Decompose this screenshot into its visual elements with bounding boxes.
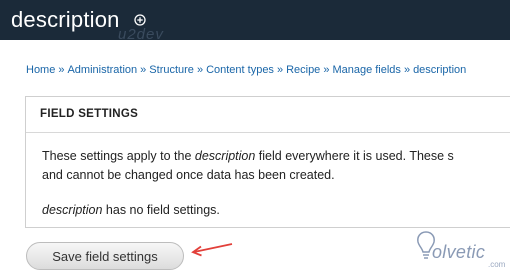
breadcrumb-description[interactable]: description xyxy=(413,64,466,76)
logo-domain: .com xyxy=(488,260,506,269)
fieldset-legend: FIELD SETTINGS xyxy=(40,108,139,120)
breadcrumb-manage-fields[interactable]: Manage fields xyxy=(332,64,401,76)
add-shortcut-icon[interactable] xyxy=(134,14,146,26)
breadcrumb-separator: » xyxy=(58,64,65,76)
watermark-text: u2dev xyxy=(118,26,164,43)
settings-description-line-1: These settings apply to the description … xyxy=(42,149,454,163)
settings-description-line-2: and cannot be changed once data has been… xyxy=(42,168,335,182)
field-settings-fieldset: FIELD SETTINGS These settings apply to t… xyxy=(25,96,510,228)
description-text: field everywhere it is used. These s xyxy=(255,149,454,163)
breadcrumb-separator: » xyxy=(403,64,411,76)
breadcrumb-separator: » xyxy=(196,64,204,76)
save-field-settings-button[interactable]: Save field settings xyxy=(26,242,184,270)
breadcrumb-home[interactable]: Home xyxy=(26,64,55,76)
description-text: has no field settings. xyxy=(102,203,220,217)
breadcrumb-structure[interactable]: Structure xyxy=(149,64,194,76)
breadcrumb-content-types[interactable]: Content types xyxy=(206,64,274,76)
logo-text: olvetic xyxy=(432,242,486,262)
legend-divider xyxy=(26,132,510,133)
breadcrumb-administration[interactable]: Administration xyxy=(67,64,137,76)
breadcrumb-recipe[interactable]: Recipe xyxy=(286,64,320,76)
page-title: description xyxy=(11,7,120,32)
pointer-arrow-icon xyxy=(191,243,233,257)
page-header: description u2dev xyxy=(0,0,510,43)
breadcrumb-separator: » xyxy=(140,64,147,76)
breadcrumb: Home» Administration» Structure» Content ty… xyxy=(26,64,466,76)
solvetic-logo: olvetic .com xyxy=(410,228,510,273)
no-settings-message: description has no field settings. xyxy=(42,203,220,217)
field-name-emphasis: description xyxy=(42,203,103,217)
field-name-emphasis: description xyxy=(194,149,256,163)
description-text: These settings apply to the xyxy=(42,149,195,163)
breadcrumb-separator: » xyxy=(276,64,284,76)
breadcrumb-separator: » xyxy=(323,64,330,76)
